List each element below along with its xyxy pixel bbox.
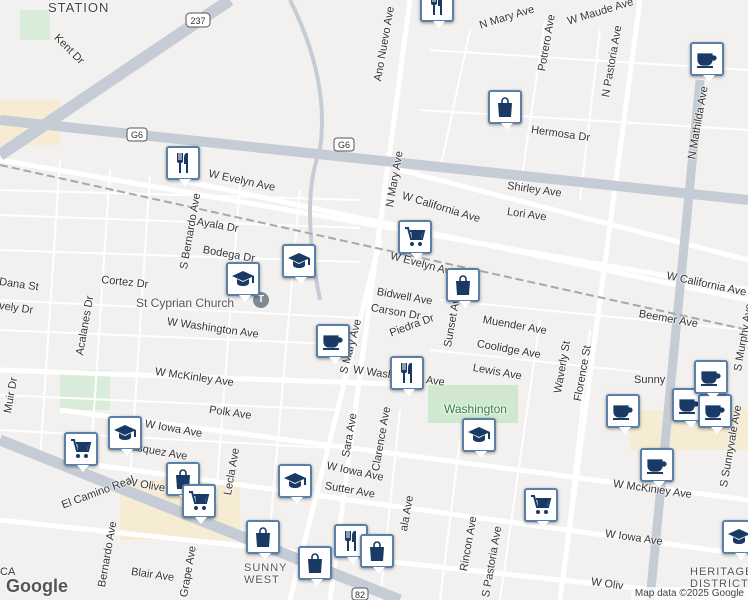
shopping-bag-icon — [451, 273, 475, 297]
poi-pin-shopping[interactable] — [360, 534, 394, 574]
map-attribution[interactable]: Map data ©2025 Google — [630, 587, 748, 600]
shopping-bag-icon — [251, 525, 275, 549]
place-label-st-cyprian-church[interactable]: St Cyprian Church — [136, 296, 234, 310]
poi-pin-school[interactable] — [462, 418, 496, 458]
poi-pin-shopping[interactable] — [488, 90, 522, 130]
poi-pin-shopping[interactable] — [246, 520, 280, 560]
graduation-cap-icon — [467, 423, 491, 447]
poi-pin-grocery[interactable] — [398, 220, 432, 260]
route-237-shield: 237 — [190, 16, 205, 26]
shopping-cart-icon — [187, 489, 211, 513]
poi-pin-coffee[interactable] — [690, 42, 724, 82]
poi-pin-grocery[interactable] — [64, 432, 98, 472]
svg-text:G6: G6 — [338, 140, 350, 150]
shopping-bag-icon — [365, 539, 389, 563]
graduation-cap-icon — [231, 267, 255, 291]
poi-pin-restaurant[interactable] — [166, 146, 200, 186]
graduation-cap-icon — [727, 525, 748, 549]
graduation-cap-icon — [287, 249, 311, 273]
poi-pin-coffee[interactable] — [316, 324, 350, 364]
coffee-cup-icon — [321, 329, 345, 353]
fork-knife-icon — [425, 0, 449, 17]
poi-pin-school[interactable] — [108, 416, 142, 456]
shopping-cart-icon — [529, 493, 553, 517]
fork-knife-icon — [171, 151, 195, 175]
poi-pin-coffee[interactable] — [694, 360, 728, 400]
poi-pin-grocery[interactable] — [182, 484, 216, 524]
svg-text:G6: G6 — [131, 130, 143, 140]
poi-pin-restaurant[interactable] — [420, 0, 454, 28]
coffee-cup-icon — [703, 399, 727, 423]
shopping-cart-icon — [69, 437, 93, 461]
svg-text:82: 82 — [355, 590, 365, 600]
graduation-cap-icon — [113, 421, 137, 445]
shopping-cart-icon — [403, 225, 427, 249]
park-label-washington[interactable]: Washington — [444, 402, 507, 416]
fork-knife-icon — [395, 361, 419, 385]
poi-pin-school[interactable] — [722, 520, 748, 560]
place-label-sunny: Sunny — [634, 374, 666, 386]
coffee-cup-icon — [611, 399, 635, 423]
shopping-bag-icon — [493, 95, 517, 119]
poi-pin-coffee[interactable] — [606, 394, 640, 434]
poi-pin-shopping[interactable] — [446, 268, 480, 308]
coffee-cup-icon — [699, 365, 723, 389]
poi-pin-coffee[interactable] — [640, 448, 674, 488]
google-logo: Google — [6, 576, 68, 596]
poi-pin-school[interactable] — [282, 244, 316, 284]
poi-pin-school[interactable] — [226, 262, 260, 302]
poi-pin-shopping[interactable] — [298, 546, 332, 586]
shopping-bag-icon — [303, 551, 327, 575]
coffee-cup-icon — [645, 453, 669, 477]
coffee-cup-icon — [695, 47, 719, 71]
station-label: STATION — [48, 0, 110, 15]
map-canvas[interactable]: 237 G6 G6 82 STATION Kent Dr Ano Nuevo A… — [0, 0, 748, 600]
poi-pin-restaurant[interactable] — [390, 356, 424, 396]
graduation-cap-icon — [283, 469, 307, 493]
poi-pin-school[interactable] — [278, 464, 312, 504]
map-base-layer: 237 G6 G6 82 — [0, 0, 748, 600]
poi-pin-grocery[interactable] — [524, 488, 558, 528]
